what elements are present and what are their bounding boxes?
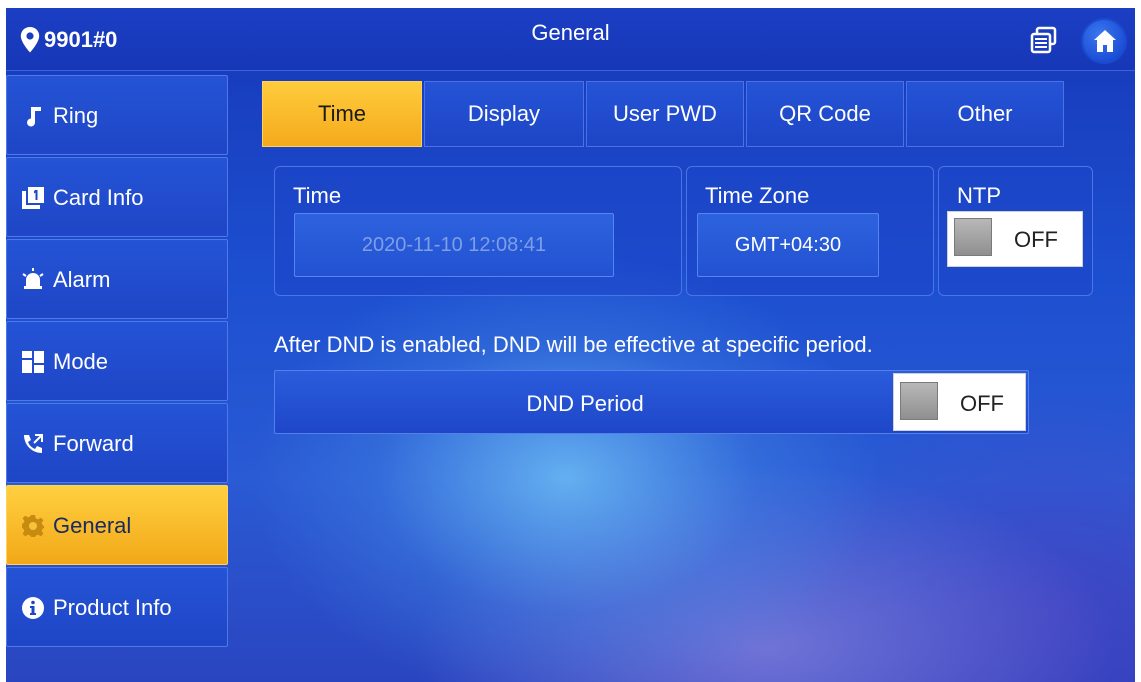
time-label: Time — [293, 183, 342, 208]
card-icon — [22, 187, 44, 209]
gear-icon — [22, 515, 44, 537]
info-icon — [22, 597, 44, 619]
top-bar: 9901#0 General — [6, 8, 1135, 71]
dnd-toggle[interactable]: OFF — [893, 373, 1026, 431]
sidebar-item-label: Mode — [53, 349, 109, 374]
forward-call-icon — [24, 434, 43, 453]
ntp-panel: NTP OFF — [938, 166, 1093, 296]
home-button[interactable] — [1081, 18, 1127, 64]
tab-other[interactable]: Other — [906, 81, 1064, 147]
sidebar-item-ring[interactable]: Ring — [6, 75, 228, 155]
sidebar-item-label: Alarm — [53, 267, 111, 292]
sidebar-item-mode[interactable]: Mode — [6, 321, 228, 401]
tab-time[interactable]: Time — [262, 81, 422, 147]
toggle-knob — [954, 218, 992, 256]
ntp-label: NTP — [957, 183, 1001, 208]
dnd-toggle-state: OFF — [960, 391, 1004, 416]
dnd-period-row: DND Period OFF — [274, 370, 1029, 434]
sidebar-item-general[interactable]: General — [6, 485, 228, 565]
timezone-field[interactable]: GMT+04:30 — [697, 213, 879, 277]
sidebar-item-label: Card Info — [53, 185, 144, 210]
timezone-panel: Time Zone GMT+04:30 — [686, 166, 934, 296]
time-field[interactable]: 2020-11-10 12:08:41 — [294, 213, 614, 277]
sidebar-item-label: Product Info — [53, 595, 172, 620]
sidebar-item-label: Ring — [53, 103, 99, 128]
toggle-knob — [900, 382, 938, 420]
page-title: General — [531, 20, 610, 45]
dnd-hint: After DND is enabled, DND will be effect… — [274, 332, 873, 357]
timezone-label: Time Zone — [705, 183, 810, 208]
sidebar-item-alarm[interactable]: Alarm — [6, 239, 228, 319]
ntp-toggle-state: OFF — [1014, 227, 1058, 252]
sidebar-item-card-info[interactable]: Card Info — [6, 157, 228, 237]
sidebar-item-label: General — [53, 513, 132, 538]
sidebar-item-product-info[interactable]: Product Info — [6, 567, 228, 647]
sidebar-item-forward[interactable]: Forward — [6, 403, 228, 483]
multi-screen-icon[interactable] — [1030, 26, 1058, 56]
music-note-icon — [27, 107, 41, 127]
alarm-icon — [22, 268, 44, 289]
tab-user-pwd[interactable]: User PWD — [586, 81, 744, 147]
time-panel: Time 2020-11-10 12:08:41 — [274, 166, 682, 296]
sidebar-item-label: Forward — [53, 431, 134, 456]
ntp-toggle[interactable]: OFF — [947, 211, 1083, 267]
tab-display[interactable]: Display — [424, 81, 584, 147]
dnd-period-label: DND Period — [526, 391, 644, 416]
home-icon — [1094, 30, 1116, 52]
mode-icon — [22, 351, 44, 373]
screen: 9901#0 General Ring Card Info Alarm Mode… — [6, 8, 1135, 682]
tab-qr-code[interactable]: QR Code — [746, 81, 904, 147]
